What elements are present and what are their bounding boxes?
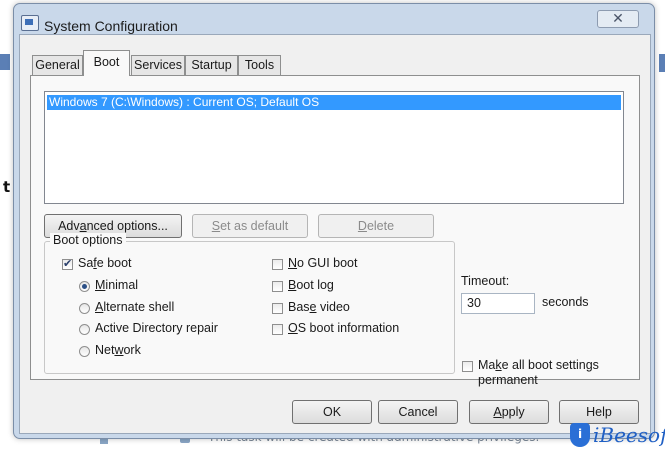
- network-radio[interactable]: [79, 346, 90, 357]
- background-text: t: [3, 178, 11, 196]
- boot-options-label: Boot options: [50, 233, 126, 247]
- base-video-checkbox[interactable]: [272, 303, 283, 314]
- label-text: Ma: [478, 358, 496, 372]
- timeout-input[interactable]: 30: [461, 293, 535, 314]
- ibeesoft-logo-icon: i: [570, 423, 590, 447]
- label-accelerator: M: [95, 278, 106, 292]
- button-label: elete: [366, 219, 395, 233]
- boot-entry-selected[interactable]: Windows 7 (C:\Windows) : Current OS; Def…: [47, 95, 621, 110]
- os-boot-information-label[interactable]: OS boot information: [288, 321, 399, 335]
- delete-button[interactable]: Delete: [318, 214, 434, 238]
- minimal-label[interactable]: Minimal: [95, 278, 138, 292]
- boot-tab-panel: Windows 7 (C:\Windows) : Current OS; Def…: [30, 75, 640, 387]
- label-text: Net: [95, 343, 115, 357]
- system-configuration-window: System Configuration ✕ General Boot Serv…: [13, 3, 655, 439]
- no-gui-boot-checkbox[interactable]: [272, 259, 283, 270]
- make-permanent-label[interactable]: Make all boot settings: [478, 358, 599, 372]
- tab-startup[interactable]: Startup: [185, 55, 238, 75]
- window-title: System Configuration: [44, 18, 178, 34]
- button-label: pply: [501, 405, 525, 419]
- button-label: Adv: [58, 219, 80, 233]
- label-text: oot log: [296, 278, 334, 292]
- alternate-shell-radio[interactable]: [79, 303, 90, 314]
- boot-log-label[interactable]: Boot log: [288, 278, 334, 292]
- no-gui-boot-label[interactable]: No GUI boot: [288, 256, 357, 270]
- watermark-text: iBeesoft: [593, 423, 665, 447]
- base-video-label[interactable]: Base video: [288, 300, 350, 314]
- close-button[interactable]: ✕: [597, 10, 639, 28]
- label-text: e all boot settings: [501, 358, 599, 372]
- button-label-accelerator: S: [211, 219, 221, 233]
- label-text: ork: [123, 343, 141, 357]
- make-permanent-label-line2[interactable]: permanent: [478, 373, 538, 387]
- safe-boot-label[interactable]: Safe boot: [78, 256, 132, 270]
- label-accelerator: N: [288, 256, 298, 270]
- safe-boot-checkbox[interactable]: [62, 257, 73, 270]
- tab-services[interactable]: Services: [131, 55, 185, 75]
- timeout-unit-label: seconds: [542, 295, 589, 309]
- label-accelerator: e: [309, 300, 317, 314]
- alternate-shell-label[interactable]: Alternate shell: [95, 300, 174, 314]
- cancel-button[interactable]: Cancel: [378, 400, 458, 424]
- msconfig-app-icon: [21, 15, 39, 31]
- boot-entries-list[interactable]: Windows 7 (C:\Windows) : Current OS; Def…: [44, 91, 624, 204]
- network-label[interactable]: Network: [95, 343, 141, 357]
- set-as-default-button[interactable]: Set as default: [192, 214, 308, 238]
- label-text: Bas: [288, 300, 310, 314]
- button-label-accelerator: a: [79, 219, 87, 233]
- label-text: video: [316, 300, 350, 314]
- button-label: nced options...: [86, 219, 168, 233]
- label-accelerator: O: [288, 321, 298, 335]
- active-directory-repair-label[interactable]: Active Directory repair: [95, 321, 218, 335]
- make-permanent-checkbox[interactable]: [462, 361, 473, 372]
- label-text: S boot information: [297, 321, 400, 335]
- help-button[interactable]: Help: [559, 400, 639, 424]
- ok-button[interactable]: OK: [292, 400, 372, 424]
- active-directory-repair-radio[interactable]: [79, 324, 90, 335]
- background-fragment: [659, 54, 665, 72]
- boot-options-group: Boot options Safe boot Minimal Alternate…: [44, 233, 455, 374]
- label-text: inimal: [105, 278, 139, 292]
- button-label: et as default: [220, 219, 289, 233]
- apply-button[interactable]: Apply: [469, 400, 549, 424]
- ibeesoft-watermark: i iBeesoft: [570, 422, 665, 448]
- label-text: lternate shell: [103, 300, 175, 314]
- timeout-label: Timeout:: [461, 274, 510, 288]
- label-text: Sa: [78, 256, 94, 270]
- boot-log-checkbox[interactable]: [272, 281, 283, 292]
- label-text: o GUI boot: [297, 256, 358, 270]
- button-label-accelerator: A: [493, 405, 502, 419]
- button-label-accelerator: D: [357, 219, 367, 233]
- dialog-client-area: General Boot Services Startup Tools Wind…: [19, 34, 651, 434]
- minimal-radio[interactable]: [79, 281, 90, 292]
- os-boot-information-checkbox[interactable]: [272, 324, 283, 335]
- background-fragment: [0, 54, 10, 70]
- tab-general[interactable]: General: [32, 55, 83, 75]
- label-text: e boot: [96, 256, 132, 270]
- tab-boot[interactable]: Boot: [83, 50, 130, 76]
- tab-tools[interactable]: Tools: [238, 55, 281, 75]
